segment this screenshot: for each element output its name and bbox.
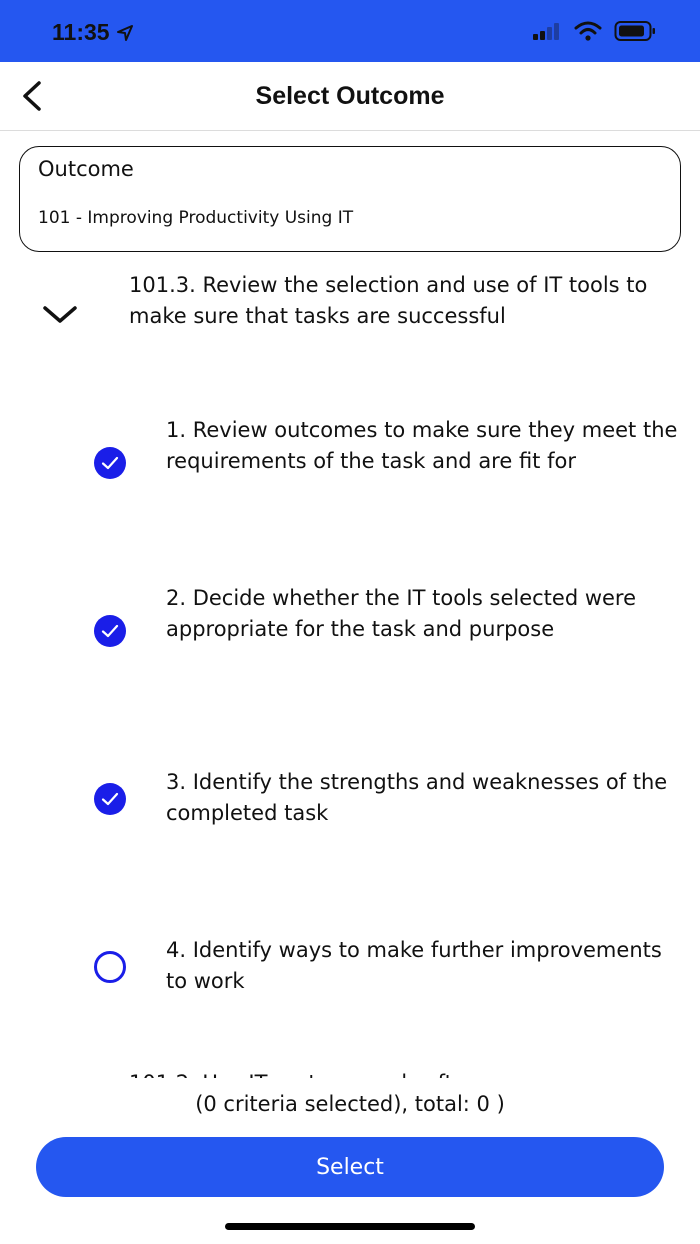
empty-circle-icon[interactable] — [93, 950, 127, 984]
selection-summary: (0 criteria selected), total: 0 ) — [195, 1092, 505, 1116]
outcome-field[interactable]: Outcome 101 - Improving Productivity Usi… — [19, 146, 681, 252]
criterion-text: 2. Decide whether the IT tools selected … — [166, 586, 637, 641]
checkmark-circle-icon[interactable] — [93, 782, 127, 816]
signal-icon — [533, 23, 559, 40]
page-title: Select Outcome — [255, 82, 445, 110]
status-bar: 11:35 — [0, 0, 700, 62]
next-section-cutoff: 101.2. Use IT systems and software — [129, 1064, 669, 1078]
checkmark-circle-icon[interactable] — [93, 446, 127, 480]
battery-icon — [614, 21, 655, 41]
status-time: 11:35 — [52, 19, 134, 46]
nav-bar: Select Outcome — [0, 62, 700, 131]
status-time-text: 11:35 — [52, 19, 110, 45]
criterion-item[interactable]: 2. Decide whether the IT tools selected … — [0, 583, 700, 683]
criterion-item[interactable]: 3. Identify the strengths and weaknesses… — [0, 767, 700, 837]
criterion-item[interactable]: 4. Identify ways to make further improve… — [0, 935, 700, 1005]
criterion-item[interactable]: 1. Review outcomes to make sure they mee… — [0, 415, 700, 515]
select-button[interactable]: Select — [36, 1137, 664, 1197]
section-toggle[interactable] — [40, 300, 80, 330]
chevron-down-icon — [43, 306, 77, 323]
checkmark-circle-icon[interactable] — [93, 614, 127, 648]
home-indicator — [225, 1223, 475, 1230]
location-arrow-icon — [116, 24, 133, 41]
criterion-text: 3. Identify the strengths and weaknesses… — [166, 770, 668, 825]
status-icons — [532, 20, 656, 42]
wifi-icon — [574, 21, 602, 41]
outcome-label: Outcome — [38, 157, 134, 181]
outcome-value: 101 - Improving Productivity Using IT — [38, 208, 354, 228]
criterion-text: 4. Identify ways to make further improve… — [166, 938, 662, 993]
section-title: 101.3. Review the selection and use of I… — [129, 273, 648, 328]
criterion-text: 1. Review outcomes to make sure they mee… — [166, 418, 678, 473]
